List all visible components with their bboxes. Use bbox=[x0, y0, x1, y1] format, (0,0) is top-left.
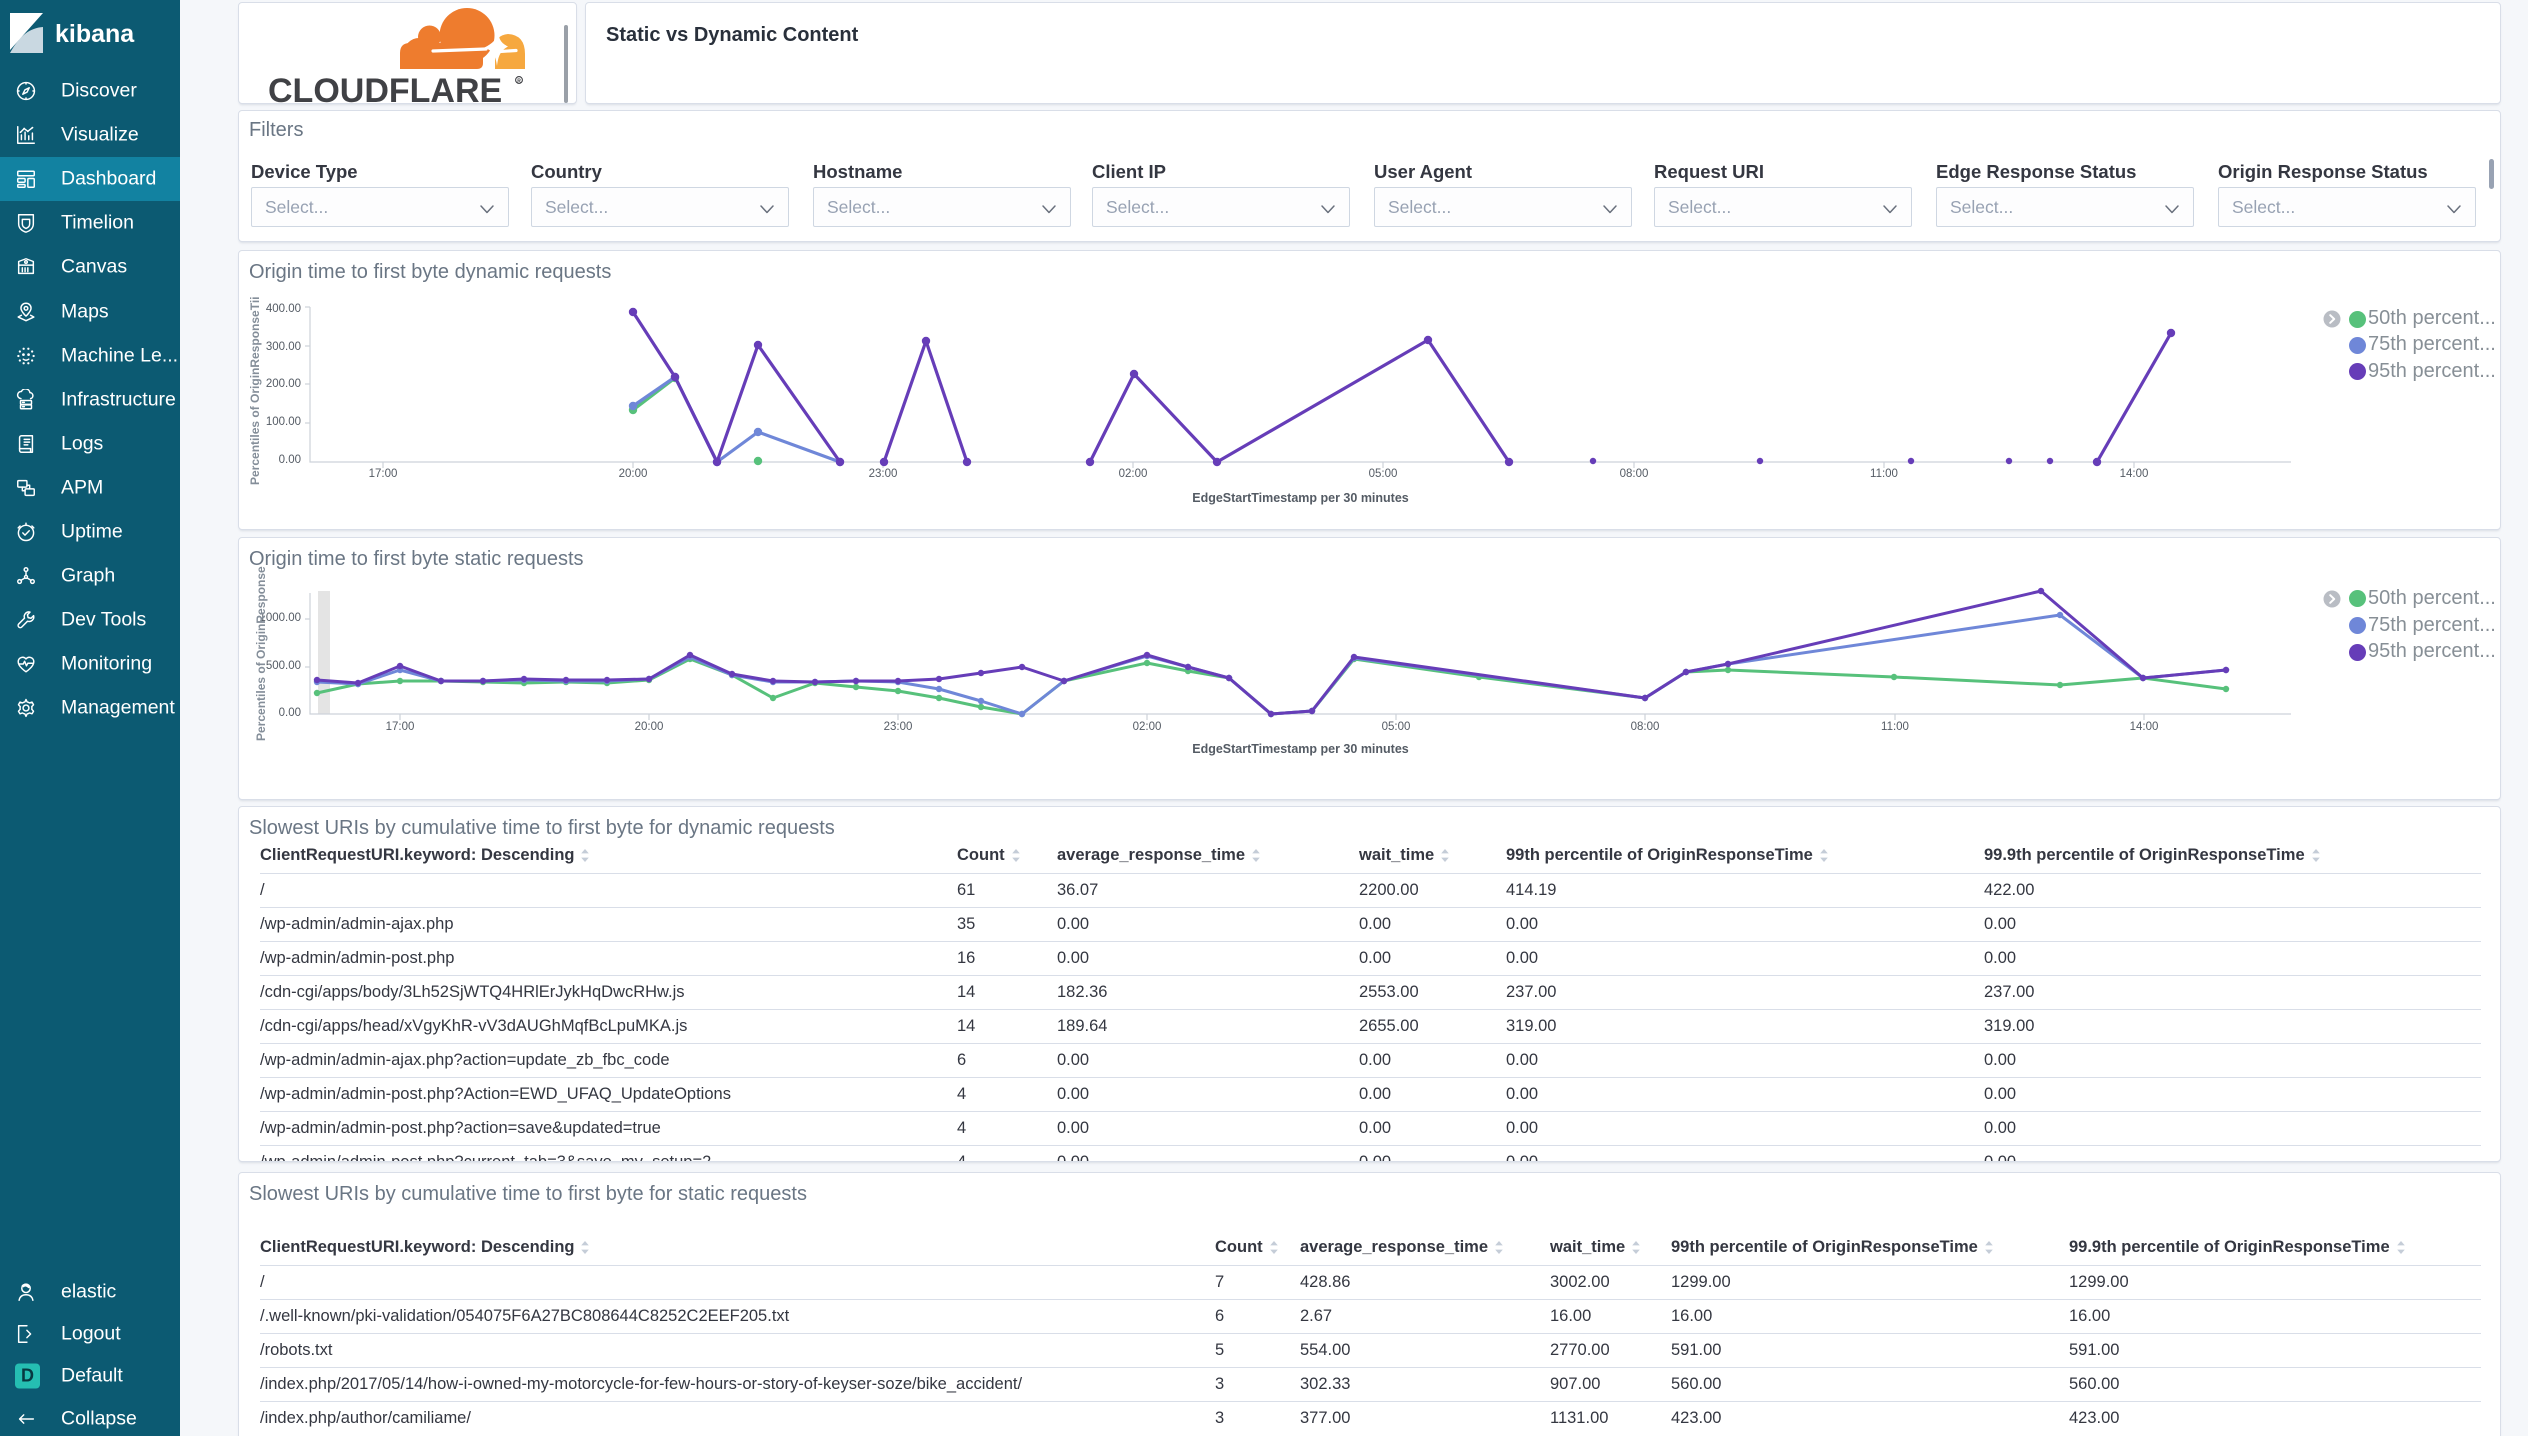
svg-text:R: R bbox=[517, 78, 521, 84]
svg-text:CLOUDFLARE: CLOUDFLARE bbox=[268, 72, 502, 105]
